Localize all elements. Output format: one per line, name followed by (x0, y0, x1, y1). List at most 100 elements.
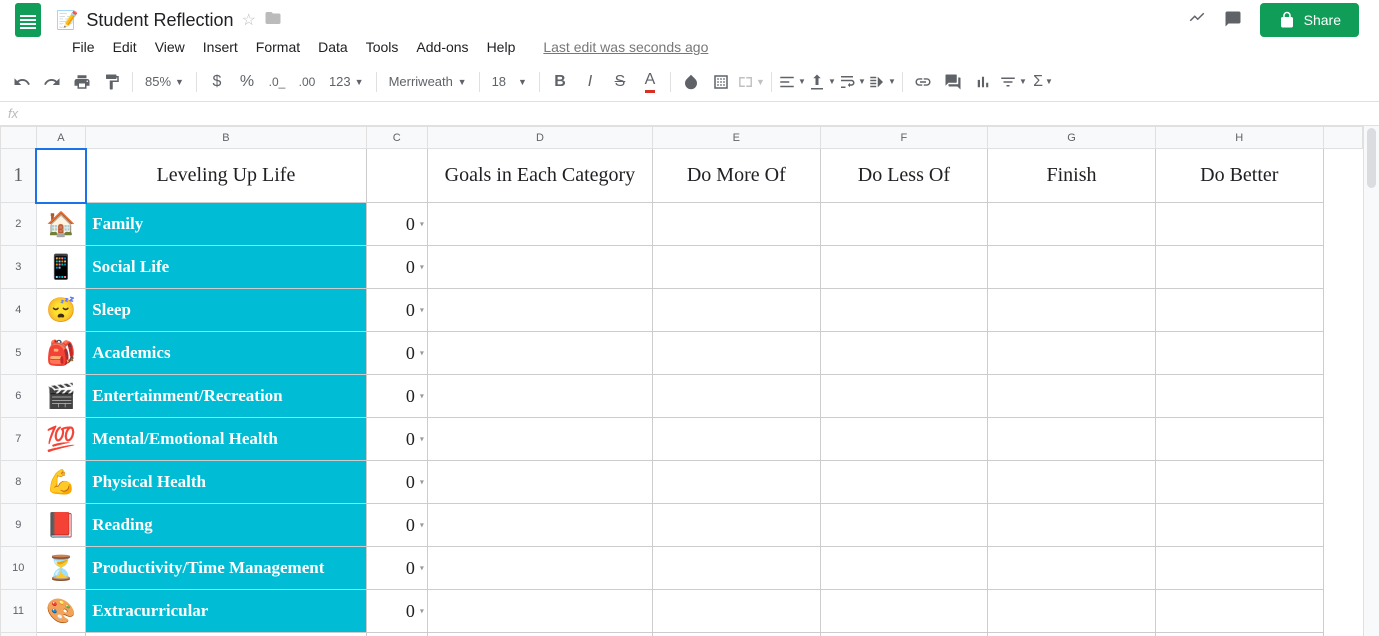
cell-G6[interactable] (988, 375, 1156, 418)
cell-H10[interactable] (1155, 547, 1323, 590)
decrease-decimal-icon[interactable]: .0_ (263, 68, 291, 96)
cell-D3[interactable] (427, 246, 652, 289)
cell-D1[interactable]: Goals in Each Category (427, 149, 652, 203)
cell-B7-label[interactable]: Mental/Emotional Health (86, 418, 366, 461)
cell-A5-icon[interactable]: 🎒 (36, 332, 86, 375)
cell-E5[interactable] (652, 332, 820, 375)
cell-C2-value[interactable]: 0 (366, 203, 427, 246)
cell-B4-label[interactable]: Sleep (86, 289, 366, 332)
cell-G1[interactable]: Finish (988, 149, 1156, 203)
spreadsheet-grid[interactable]: ABCDEFGH1Leveling Up LifeGoals in Each C… (0, 126, 1363, 636)
cell-G11[interactable] (988, 590, 1156, 633)
move-folder-icon[interactable] (264, 9, 282, 32)
cell-F5[interactable] (820, 332, 988, 375)
cell-E6[interactable] (652, 375, 820, 418)
cell-A2-icon[interactable]: 🏠 (36, 203, 86, 246)
cell-F9[interactable] (820, 504, 988, 547)
cell-B9-label[interactable]: Reading (86, 504, 366, 547)
row-header-10[interactable]: 10 (1, 547, 37, 590)
cell-A10-icon[interactable]: ⏳ (36, 547, 86, 590)
text-color-icon[interactable]: A (636, 68, 664, 96)
cell-H11[interactable] (1155, 590, 1323, 633)
cell-B3-label[interactable]: Social Life (86, 246, 366, 289)
cell-D10[interactable] (427, 547, 652, 590)
cell-C8-value[interactable]: 0 (366, 461, 427, 504)
sheets-app-icon[interactable] (8, 0, 48, 40)
cell-E9[interactable] (652, 504, 820, 547)
col-header-F[interactable]: F (820, 127, 988, 149)
cell-r12c5[interactable] (820, 633, 988, 636)
cell-G8[interactable] (988, 461, 1156, 504)
cell-F11[interactable] (820, 590, 988, 633)
cell-H7[interactable] (1155, 418, 1323, 461)
cell-D9[interactable] (427, 504, 652, 547)
cell-F7[interactable] (820, 418, 988, 461)
cell-C11-value[interactable]: 0 (366, 590, 427, 633)
cell-D7[interactable] (427, 418, 652, 461)
menu-help[interactable]: Help (479, 35, 524, 59)
cell-H1[interactable]: Do Better (1155, 149, 1323, 203)
row-header-7[interactable]: 7 (1, 418, 37, 461)
cell-B2-label[interactable]: Family (86, 203, 366, 246)
cell-G9[interactable] (988, 504, 1156, 547)
formula-bar[interactable]: fx (0, 102, 1379, 126)
cell-r12c2[interactable] (366, 633, 427, 636)
cell-D6[interactable] (427, 375, 652, 418)
menu-file[interactable]: File (64, 35, 103, 59)
row-header-6[interactable]: 6 (1, 375, 37, 418)
insert-link-icon[interactable] (909, 68, 937, 96)
cell-H2[interactable] (1155, 203, 1323, 246)
cell-G10[interactable] (988, 547, 1156, 590)
redo-icon[interactable] (38, 68, 66, 96)
zoom-select[interactable]: 85%▼ (139, 72, 190, 91)
cell-C4-value[interactable]: 0 (366, 289, 427, 332)
font-size-select[interactable]: 18▼ (486, 72, 533, 91)
col-header-A[interactable]: A (36, 127, 86, 149)
currency-icon[interactable]: $ (203, 68, 231, 96)
cell-B11-label[interactable]: Extracurricular (86, 590, 366, 633)
cell-r12c3[interactable] (427, 633, 652, 636)
cell-B8-label[interactable]: Physical Health (86, 461, 366, 504)
cell-C3-value[interactable]: 0 (366, 246, 427, 289)
col-header-H[interactable]: H (1155, 127, 1323, 149)
menu-edit[interactable]: Edit (105, 35, 145, 59)
cell-r12c4[interactable] (652, 633, 820, 636)
cell-C6-value[interactable]: 0 (366, 375, 427, 418)
scroll-thumb[interactable] (1367, 128, 1376, 188)
cell-F6[interactable] (820, 375, 988, 418)
cell-H5[interactable] (1155, 332, 1323, 375)
merge-cells-icon[interactable]: ▼ (737, 68, 765, 96)
cell-A11-icon[interactable]: 🎨 (36, 590, 86, 633)
menu-tools[interactable]: Tools (358, 35, 407, 59)
cell-A9-icon[interactable]: 📕 (36, 504, 86, 547)
cell-H9[interactable] (1155, 504, 1323, 547)
cell-E1[interactable]: Do More Of (652, 149, 820, 203)
text-wrap-icon[interactable]: ▼ (838, 68, 866, 96)
cell-B6-label[interactable]: Entertainment/Recreation (86, 375, 366, 418)
menu-addons[interactable]: Add-ons (408, 35, 476, 59)
row-header-11[interactable]: 11 (1, 590, 37, 633)
cell-C9-value[interactable]: 0 (366, 504, 427, 547)
font-family-select[interactable]: Merriweath...▼ (383, 72, 473, 91)
number-format-select[interactable]: 123▼ (323, 72, 370, 91)
cell-r12c0[interactable] (36, 633, 86, 636)
row-header-4[interactable]: 4 (1, 289, 37, 332)
cell-D2[interactable] (427, 203, 652, 246)
filter-icon[interactable]: ▼ (999, 68, 1027, 96)
cell-A3-icon[interactable]: 📱 (36, 246, 86, 289)
cell-H6[interactable] (1155, 375, 1323, 418)
cell-G4[interactable] (988, 289, 1156, 332)
col-header-G[interactable]: G (988, 127, 1156, 149)
fill-color-icon[interactable] (677, 68, 705, 96)
cell-D4[interactable] (427, 289, 652, 332)
cell-E4[interactable] (652, 289, 820, 332)
cell-A6-icon[interactable]: 🎬 (36, 375, 86, 418)
cell-C1[interactable] (366, 149, 427, 203)
menu-insert[interactable]: Insert (195, 35, 246, 59)
col-header-E[interactable]: E (652, 127, 820, 149)
menu-format[interactable]: Format (248, 35, 308, 59)
undo-icon[interactable] (8, 68, 36, 96)
row-header-9[interactable]: 9 (1, 504, 37, 547)
cell-B1[interactable]: Leveling Up Life (86, 149, 366, 203)
cell-F1[interactable]: Do Less Of (820, 149, 988, 203)
